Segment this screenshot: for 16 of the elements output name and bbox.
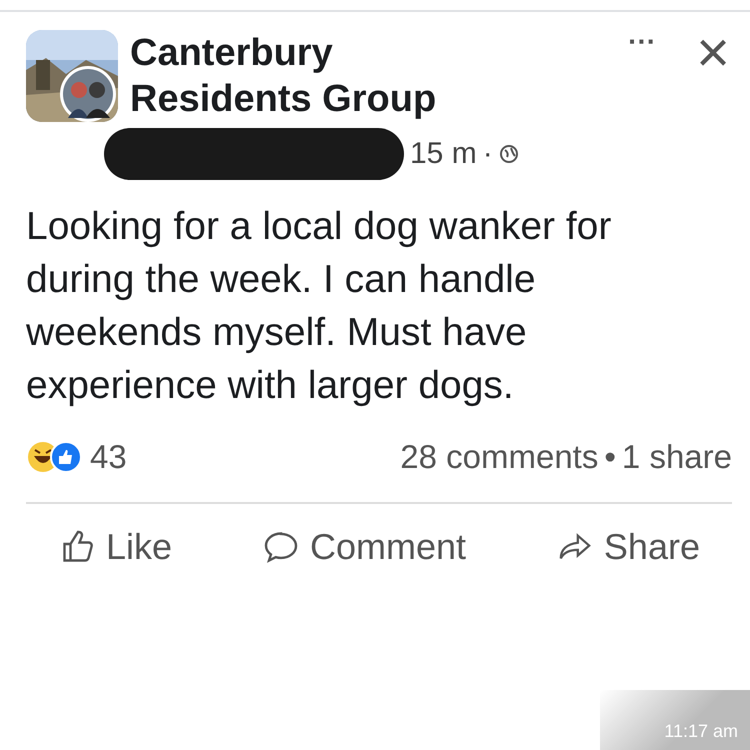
separator: · — [482, 137, 493, 171]
globe-icon — [498, 144, 519, 164]
comment-button[interactable]: Comment — [262, 526, 466, 568]
reaction-count[interactable]: 43 — [90, 438, 127, 476]
like-button[interactable]: Like — [60, 526, 172, 568]
post-text: Looking for a local dog wanker for during the week. I can handle weekends myself. Must have experience with larger dogs. — [25, 204, 612, 409]
group-name[interactable]: Canterbury — [130, 30, 616, 76]
comment-count[interactable]: 28 comments — [400, 438, 598, 476]
share-button[interactable]: Share — [556, 526, 700, 568]
clock-time: 11:17 am — [664, 721, 738, 742]
post-time[interactable]: 15 m — [410, 137, 477, 171]
close-button[interactable]: × — [696, 30, 730, 76]
group-name[interactable]: Residents Group — [130, 76, 616, 122]
more-options[interactable]: ··· — [628, 30, 656, 54]
separator: • — [604, 438, 616, 476]
share-count[interactable]: 1 share — [622, 438, 732, 476]
